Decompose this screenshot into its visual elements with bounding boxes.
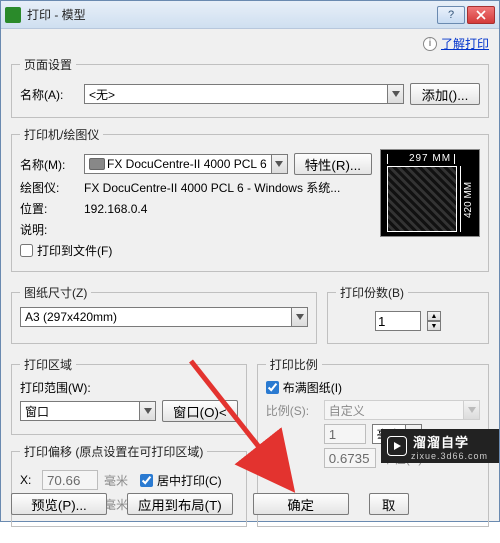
chevron-down-icon xyxy=(387,85,403,103)
watermark-title: 溜溜自学 xyxy=(413,432,488,451)
plotter-value: FX DocuCentre-II 4000 PCL 6 - Windows 系统… xyxy=(84,179,340,196)
scale-legend: 打印比例 xyxy=(266,356,322,373)
scale-drawing-input xyxy=(324,448,376,468)
print-to-file-label: 打印到文件(F) xyxy=(37,242,112,259)
print-range-value: 窗口 xyxy=(25,403,49,420)
location-label: 位置: xyxy=(20,200,78,217)
printer-name-value: FX DocuCentre-II 4000 PCL 6 xyxy=(107,157,267,171)
print-to-file-checkbox[interactable] xyxy=(20,244,33,257)
window-title: 打印 - 模型 xyxy=(27,6,437,23)
offset-x-unit: 毫米 xyxy=(104,472,128,489)
info-icon: i xyxy=(423,37,437,51)
print-area-group: 打印区域 打印范围(W): 窗口 窗口(O)< xyxy=(11,356,247,435)
help-button[interactable]: ? xyxy=(437,6,465,24)
chevron-down-icon xyxy=(463,401,479,419)
printer-icon xyxy=(89,158,105,170)
printer-props-button[interactable]: 特性(R)... xyxy=(294,153,372,175)
ok-button[interactable]: 确定 xyxy=(253,493,349,515)
scale-ratio-combo: 自定义 xyxy=(324,400,480,420)
apply-layout-button[interactable]: 应用到布局(T) xyxy=(127,493,233,515)
footer-buttons: 预览(P)... 应用到布局(T) 确定 取 xyxy=(1,493,499,515)
offset-x-label: X: xyxy=(20,473,36,487)
fit-to-paper-label: 布满图纸(I) xyxy=(283,379,342,396)
pageset-name-value: <无> xyxy=(89,86,115,103)
copies-group: 打印份数(B) ▲ ▼ xyxy=(327,284,489,344)
close-button[interactable] xyxy=(467,6,495,24)
pageset-name-label: 名称(A): xyxy=(20,86,78,103)
cancel-button[interactable]: 取 xyxy=(369,493,409,515)
spin-up-icon[interactable]: ▲ xyxy=(427,311,441,321)
page-setup-group: 页面设置 名称(A): <无> 添加()... xyxy=(11,56,489,118)
print-range-combo[interactable]: 窗口 xyxy=(20,401,156,421)
copies-input[interactable] xyxy=(375,311,421,331)
titlebar: 打印 - 模型 ? xyxy=(1,1,499,29)
pageset-name-combo[interactable]: <无> xyxy=(84,84,404,104)
watermark-banner: 溜溜自学 zixue.3d66.com xyxy=(381,429,499,463)
paper-preview: 297 MM 420 MM xyxy=(380,149,480,237)
learn-print-link[interactable]: 了解打印 xyxy=(441,35,489,52)
plotter-label: 绘图仪: xyxy=(20,179,78,196)
preview-height-label: 420 MM xyxy=(463,168,475,232)
chevron-down-icon xyxy=(271,155,287,173)
paper-size-legend: 图纸尺寸(Z) xyxy=(20,284,91,301)
location-value: 192.168.0.4 xyxy=(84,202,147,216)
print-area-legend: 打印区域 xyxy=(20,356,76,373)
paper-size-group: 图纸尺寸(Z) A3 (297x420mm) xyxy=(11,284,317,344)
printer-group: 打印机/绘图仪 名称(M): FX DocuCentre-II 4000 PCL… xyxy=(11,126,489,272)
desc-label: 说明: xyxy=(20,221,78,238)
center-print-label: 居中打印(C) xyxy=(157,472,222,489)
scale-ratio-label: 比例(S): xyxy=(266,402,318,419)
play-icon xyxy=(387,436,407,456)
client-area: i 了解打印 页面设置 名称(A): <无> 添加()... 打印机/绘图仪 xyxy=(1,29,499,543)
printer-name-combo[interactable]: FX DocuCentre-II 4000 PCL 6 xyxy=(84,154,288,174)
spin-down-icon[interactable]: ▼ xyxy=(427,321,441,331)
preview-page xyxy=(387,166,457,232)
window-buttons: ? xyxy=(437,6,495,24)
center-print-checkbox[interactable] xyxy=(140,474,153,487)
print-range-label: 打印范围(W): xyxy=(20,379,238,396)
print-dialog: 打印 - 模型 ? i 了解打印 页面设置 名称(A): <无> xyxy=(0,0,500,522)
scale-ratio-value: 自定义 xyxy=(329,402,365,419)
paper-size-value: A3 (297x420mm) xyxy=(25,310,117,324)
fit-to-paper-checkbox[interactable] xyxy=(266,381,279,394)
scale-paper-input xyxy=(324,424,366,444)
offset-legend: 打印偏移 (原点设置在可打印区域) xyxy=(20,443,207,460)
preview-height-guide xyxy=(460,166,461,232)
window-select-button[interactable]: 窗口(O)< xyxy=(162,400,238,422)
page-setup-legend: 页面设置 xyxy=(20,56,76,73)
copies-legend: 打印份数(B) xyxy=(336,284,408,301)
app-icon xyxy=(5,7,21,23)
preview-width-label: 297 MM xyxy=(381,153,479,164)
offset-x-input xyxy=(42,470,98,490)
watermark-url: zixue.3d66.com xyxy=(411,451,488,461)
paper-size-combo[interactable]: A3 (297x420mm) xyxy=(20,307,308,327)
help-row: i 了解打印 xyxy=(11,35,489,52)
chevron-down-icon xyxy=(139,402,155,420)
preview-button[interactable]: 预览(P)... xyxy=(11,493,107,515)
printer-legend: 打印机/绘图仪 xyxy=(20,126,103,143)
printer-name-label: 名称(M): xyxy=(20,156,78,173)
close-icon xyxy=(476,10,486,20)
copies-spinner[interactable]: ▲ ▼ xyxy=(427,311,441,331)
chevron-down-icon xyxy=(291,308,307,326)
add-pageset-button[interactable]: 添加()... xyxy=(410,83,480,105)
